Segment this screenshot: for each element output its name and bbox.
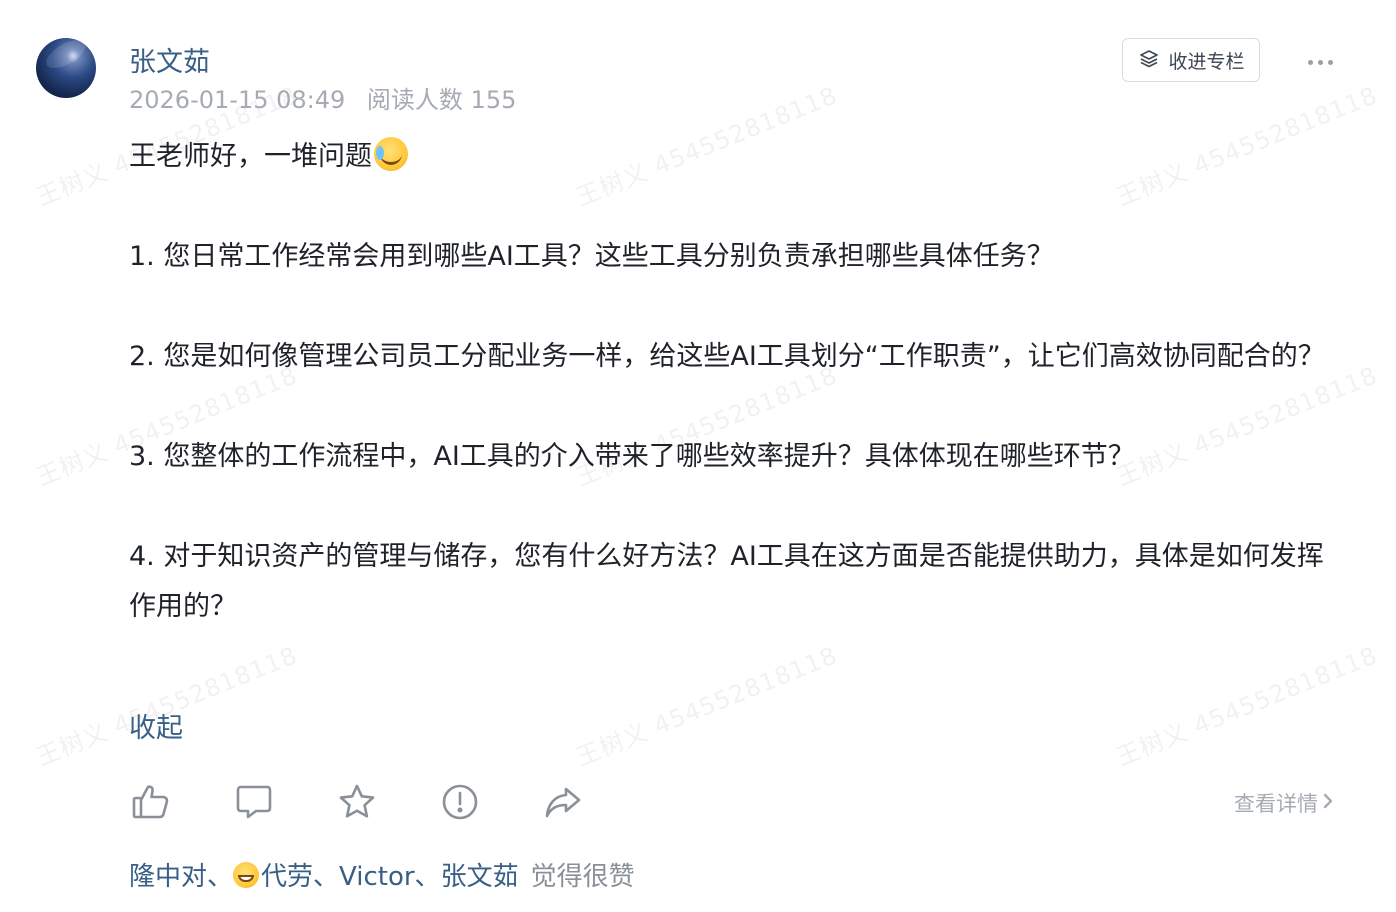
star-icon[interactable] — [335, 780, 379, 824]
liker-2[interactable]: 代劳、 — [261, 856, 339, 893]
action-bar — [129, 780, 644, 824]
read-count: 阅读人数 155 — [366, 86, 517, 114]
view-details-label: 查看详情 — [1234, 792, 1318, 816]
greeting-line: 王老师好，一堆问题 — [129, 132, 1344, 182]
liker-4[interactable]: 张文茹 — [441, 856, 519, 893]
crying-laughing-emoji-icon — [374, 137, 408, 171]
watermark-text: 王树义 454552818118 — [572, 641, 842, 772]
collect-label: 收进专栏 — [1168, 50, 1245, 73]
post-date: 2026-01-15 08:49 — [129, 86, 346, 114]
comment-icon[interactable] — [232, 780, 276, 824]
thumbs-up-icon[interactable] — [129, 780, 173, 824]
question-2: 2. 您是如何像管理公司员工分配业务一样，给这些AI工具划分“工作职责”，让它们… — [129, 341, 1325, 372]
view-details-link[interactable]: 查看详情 — [1234, 788, 1336, 818]
avatar[interactable] — [36, 38, 96, 98]
watermark-text: 王树义 454552818118 — [1112, 641, 1382, 772]
liker-3[interactable]: Victor、 — [339, 856, 441, 893]
share-icon[interactable] — [541, 780, 585, 824]
stack-icon — [1137, 46, 1161, 75]
likes-suffix: 觉得很赞 — [530, 862, 635, 892]
post-body: 王老师好，一堆问题 1. 您日常工作经常会用到哪些AI工具？这些工具分别负责承担… — [129, 132, 1344, 632]
post-card: 王树义 454552818118 王树义 454552818118 王树义 45… — [0, 0, 1396, 912]
grinning-emoji-icon — [233, 861, 260, 888]
author-name[interactable]: 张文茹 — [129, 40, 210, 79]
greeting-text: 王老师好，一堆问题 — [129, 141, 372, 172]
collapse-link[interactable]: 收起 — [129, 706, 183, 745]
chevron-right-icon — [1320, 791, 1336, 816]
question-4: 4. 对于知识资产的管理与储存，您有什么好方法？AI工具在这方面是否能提供助力，… — [129, 541, 1324, 622]
collect-to-column-button[interactable]: 收进专栏 — [1122, 38, 1260, 82]
report-icon[interactable] — [438, 780, 482, 824]
likes-line: 隆中对、 代劳、 Victor、 张文茹 觉得很赞 — [129, 856, 635, 893]
liker-1[interactable]: 隆中对、 — [129, 856, 233, 893]
post-meta: 2026-01-15 08:49 阅读人数 155 — [129, 80, 530, 115]
more-options-icon[interactable] — [1300, 52, 1340, 72]
question-3: 3. 您整体的工作流程中，AI工具的介入带来了哪些效率提升？具体体现在哪些环节？ — [129, 441, 1135, 472]
watermark-text: 王树义 454552818118 — [32, 641, 302, 772]
question-1: 1. 您日常工作经常会用到哪些AI工具？这些工具分别负责承担哪些具体任务？ — [129, 241, 1054, 272]
